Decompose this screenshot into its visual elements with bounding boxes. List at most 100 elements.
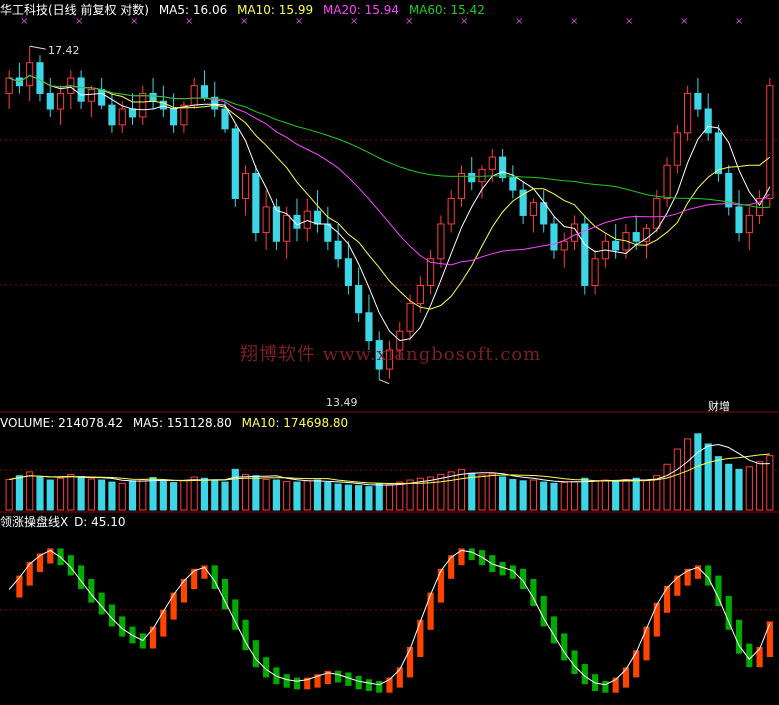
volume-bar	[427, 476, 435, 511]
volume-bar	[108, 481, 116, 511]
indicator-bar	[252, 640, 259, 668]
candle-body	[56, 92, 65, 110]
volume-bar	[149, 476, 157, 511]
candle-body	[77, 77, 85, 102]
indicator-bar	[345, 672, 352, 686]
indicator-bar	[78, 565, 85, 589]
indicator-bar	[561, 633, 568, 661]
ma60-line	[8, 74, 770, 209]
volume-bar	[468, 472, 476, 511]
candle-body	[550, 223, 558, 251]
event-tag[interactable]: 财增	[708, 398, 730, 414]
candle-body	[334, 240, 342, 260]
volume-bar	[673, 448, 681, 511]
indicator-name: 领涨操盘线X	[0, 515, 69, 529]
volume-bar	[745, 466, 753, 511]
volume-bar	[15, 475, 24, 511]
volume-bar	[190, 476, 198, 511]
volume-bar	[365, 486, 373, 511]
indicator-bar	[16, 575, 23, 598]
candle-body	[139, 92, 147, 118]
high-pointer	[29, 45, 46, 50]
indicator-bar	[766, 621, 773, 657]
candle-body	[581, 223, 589, 286]
indicator-bar	[417, 619, 424, 657]
volume-bar	[221, 481, 229, 511]
candle-body	[303, 210, 311, 229]
indicator-bar	[376, 681, 383, 693]
volume-bar	[375, 482, 383, 511]
indicator-bar	[170, 592, 177, 620]
volume-bar	[704, 443, 712, 511]
indicator-bar	[191, 568, 198, 589]
candle-body	[694, 92, 702, 110]
volume-bar	[509, 479, 517, 511]
candle-body	[108, 104, 116, 126]
volume-bar	[334, 483, 342, 511]
volume-bar	[612, 481, 620, 511]
candle-body	[673, 132, 681, 166]
candle-body	[128, 108, 137, 118]
indicator-bar	[355, 675, 362, 690]
candle-body	[170, 108, 178, 126]
candle-body	[735, 206, 743, 234]
ma20-line	[8, 74, 771, 266]
volume-bar	[200, 477, 209, 511]
candle-body	[26, 62, 34, 87]
volume-bar	[406, 479, 414, 511]
candle-body	[98, 89, 106, 106]
candle-body	[252, 172, 260, 234]
candle-body	[283, 214, 291, 242]
volume-bar	[118, 482, 126, 511]
volume-panel-header: VOLUME: 214078.42 MA5: 151128.80 MA10: 1…	[0, 415, 354, 431]
candle-body	[447, 197, 455, 225]
indicator-bar	[283, 674, 290, 688]
candle-body	[560, 240, 568, 251]
volume-bar	[180, 480, 188, 511]
signal-marker-icon: ×	[680, 16, 688, 27]
volume-bar	[437, 473, 445, 511]
volume-bar	[128, 480, 137, 511]
volume-bar	[684, 438, 692, 511]
indicator-bar	[36, 553, 44, 572]
indicator-bar	[571, 650, 578, 674]
volume-ma5-label: MA5: 151128.80	[132, 416, 232, 430]
volume-bar	[139, 479, 147, 511]
indicator-bar	[663, 585, 671, 613]
volume-bar	[355, 485, 363, 511]
indicator-bar	[396, 667, 403, 688]
indicator-bar	[653, 602, 660, 637]
watermark: 翔博软件 www.xiangbosoft.com	[240, 344, 542, 365]
volume-bar	[519, 480, 527, 511]
volume-bar	[653, 475, 661, 511]
candle-body	[457, 172, 466, 199]
candle-body	[632, 232, 640, 242]
candle-body	[313, 210, 322, 225]
volume-bar	[591, 480, 599, 511]
ma5-label: MA5: 16.06	[158, 3, 228, 17]
indicator-bar	[448, 555, 455, 579]
indicator-bar	[437, 568, 444, 603]
candle-body	[36, 62, 44, 94]
volume-bar	[632, 477, 640, 511]
indicator-d-value: D: 45.10	[74, 515, 126, 529]
candle-body	[745, 214, 753, 234]
candle-body	[365, 312, 373, 342]
indicator-bar	[602, 681, 609, 693]
signal-marker-icon: ×	[570, 16, 578, 27]
candle-body	[406, 303, 414, 332]
indicator-bar	[756, 647, 763, 668]
volume-bar	[303, 480, 311, 511]
candle-body	[344, 258, 352, 286]
volume-bar	[663, 463, 671, 511]
volume-bar	[159, 481, 167, 511]
candle-body	[416, 284, 424, 305]
indicator-bar	[674, 575, 681, 596]
indicator-bar	[725, 596, 732, 630]
candle-body	[478, 168, 486, 183]
signal-marker-icon: ×	[515, 16, 523, 27]
volume-bar	[36, 476, 44, 511]
volume-bar	[447, 471, 455, 511]
volume-bar	[98, 479, 106, 511]
candle-body	[684, 92, 692, 134]
